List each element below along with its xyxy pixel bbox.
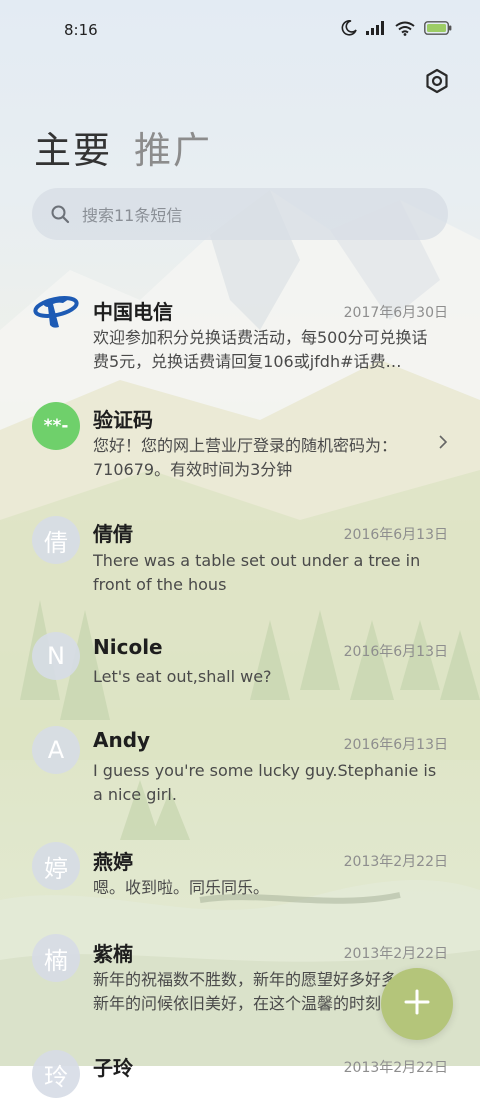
contact-name: 子玲 (93, 1056, 133, 1080)
status-time: 8:16 (64, 21, 98, 39)
new-message-button[interactable] (381, 968, 453, 1040)
wifi-icon (395, 21, 415, 36)
message-snippet: 欢迎参加积分兑换话费活动，每500分可兑换话费5元，兑换话费请回复106或jfd… (93, 328, 428, 371)
message-snippet: Let's eat out,shall we? (93, 667, 272, 686)
message-snippet: 您好！您的网上营业厅登录的随机密码为：710679。有效时间为3分钟 (93, 436, 398, 479)
message-date: 2016年6月13日 (343, 737, 448, 753)
contact-name: 燕婷 (93, 850, 133, 874)
search-icon (50, 204, 70, 224)
message-date: 2013年2月22日 (343, 946, 448, 962)
conversation-item[interactable]: **- 验证码 您好！您的网上营业厅登录的随机密码为：710679。有效时间为3… (0, 394, 480, 504)
avatar: 楠 (32, 934, 80, 982)
tab-primary[interactable]: 主要 (34, 120, 112, 174)
conversation-item[interactable]: 婷 燕婷 2013年2月22日 嗯。收到啦。同乐同乐。 (0, 842, 480, 922)
search-bar[interactable]: 搜索11条短信 (32, 188, 448, 240)
search-placeholder: 搜索11条短信 (82, 206, 183, 225)
conversation-item[interactable]: 中国电信 2017年6月30日 欢迎参加积分兑换话费活动，每500分可兑换话费5… (0, 278, 480, 388)
settings-button[interactable] (420, 66, 454, 100)
conversation-item[interactable]: 玲 子玲 2013年2月22日 (0, 1048, 480, 1098)
message-date: 2016年6月13日 (343, 527, 448, 543)
message-date: 2013年2月22日 (343, 854, 448, 870)
chevron-right-icon (438, 434, 448, 454)
message-date: 2017年6月30日 (343, 305, 448, 321)
contact-name: 倩倩 (93, 522, 133, 546)
gear-icon (424, 68, 450, 98)
battery-icon (424, 21, 452, 35)
status-icons (341, 20, 452, 36)
avatar: 倩 (32, 516, 80, 564)
moon-icon (341, 20, 357, 36)
tab-promotions[interactable]: 推广 (134, 120, 212, 174)
avatar: **- (32, 402, 80, 450)
contact-name: Andy (93, 728, 151, 752)
message-snippet: 嗯。收到啦。同乐同乐。 (93, 878, 270, 897)
status-bar: 8:16 (0, 0, 480, 62)
avatar: N (32, 632, 80, 680)
plus-icon (403, 988, 431, 1020)
message-snippet: I guess you're some lucky guy.Stephanie … (93, 761, 437, 804)
signal-icon (366, 21, 386, 35)
message-date: 2016年6月13日 (343, 644, 448, 660)
message-date: 2013年2月22日 (343, 1060, 448, 1076)
contact-name: 中国电信 (93, 300, 173, 324)
china-telecom-logo (32, 286, 80, 334)
tab-bar: 主要 推广 (34, 120, 212, 174)
avatar: 玲 (32, 1050, 80, 1098)
avatar: A (32, 726, 80, 774)
message-snippet: 新年的祝福数不胜数，新年的愿望好多好多，新年的问候依旧美好，在这个温馨的时刻 (93, 970, 414, 1013)
conversation-item[interactable]: 倩 倩倩 2016年6月13日 There was a table set ou… (0, 514, 480, 614)
contact-name: 紫楠 (93, 942, 133, 966)
contact-name: 验证码 (93, 408, 153, 432)
conversation-item[interactable]: N Nicole 2016年6月13日 Let's eat out,shall … (0, 630, 480, 710)
conversation-item[interactable]: A Andy 2016年6月13日 I guess you're some lu… (0, 724, 480, 824)
avatar: 婷 (32, 842, 80, 890)
contact-name: Nicole (93, 635, 163, 659)
message-snippet: There was a table set out under a tree i… (93, 551, 421, 594)
